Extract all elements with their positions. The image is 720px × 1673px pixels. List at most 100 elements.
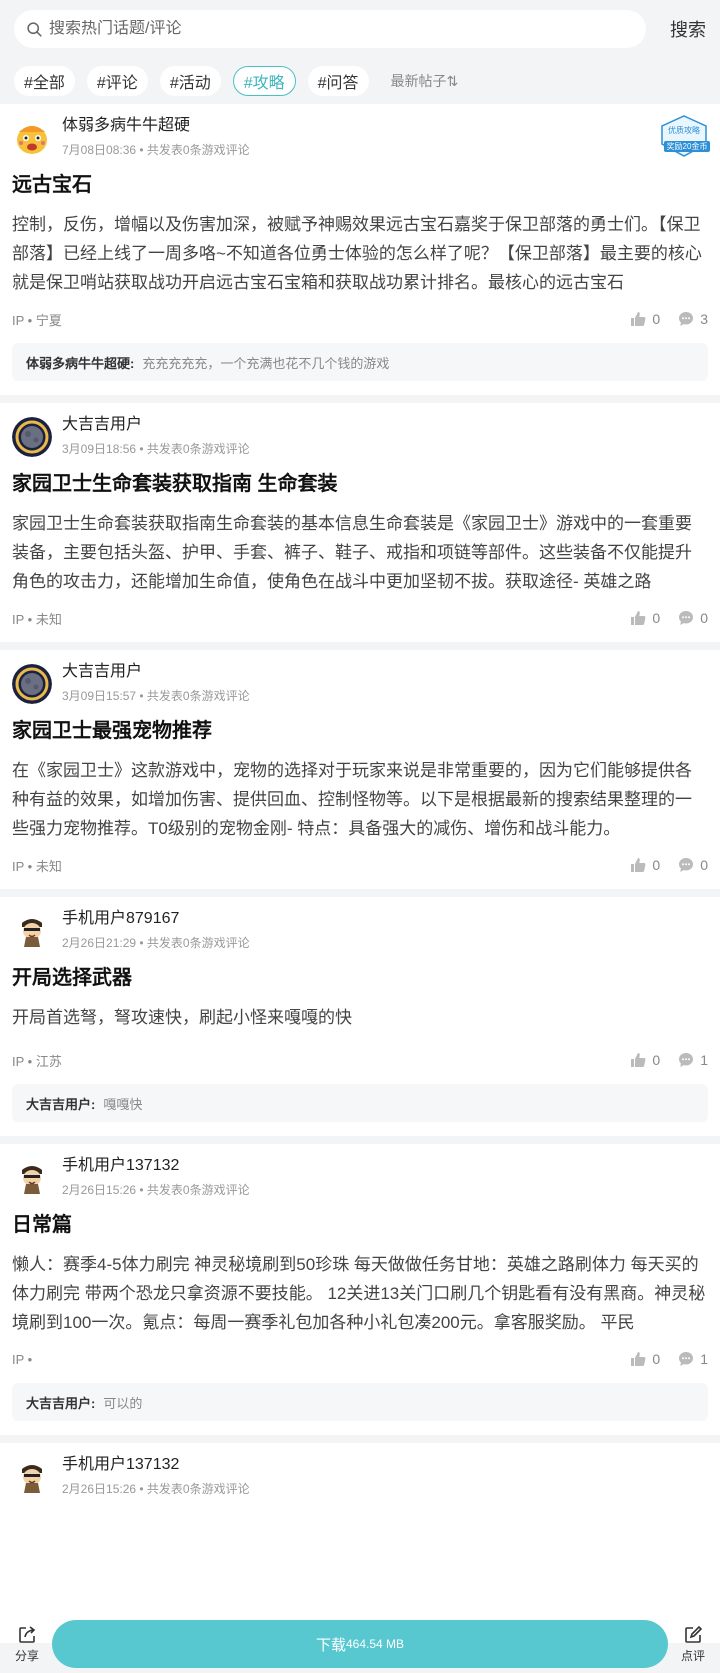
like-button[interactable]: 0	[630, 1351, 660, 1367]
comment-button[interactable]: 0	[678, 610, 708, 626]
post-card[interactable]: 大吉吉用户 3月09日18:56 • 共发表0条游戏评论 家园卫士生命套装获取指…	[0, 403, 720, 642]
badge-reward: 奖励20金币	[666, 142, 708, 151]
author-row: 大吉吉用户 3月09日18:56 • 共发表0条游戏评论	[12, 415, 708, 461]
like-button[interactable]: 0	[630, 857, 660, 873]
author-name[interactable]: 大吉吉用户	[62, 415, 250, 435]
angry-face-avatar[interactable]	[12, 118, 52, 158]
search-box[interactable]	[14, 10, 646, 48]
post-meta: 3月09日15:57 • 共发表0条游戏评论	[62, 689, 250, 703]
comment-button[interactable]: 1	[678, 1052, 708, 1068]
post-card[interactable]: 手机用户879167 2月26日21:29 • 共发表0条游戏评论 开局选择武器…	[0, 897, 720, 1136]
author-row: 手机用户137132 2月26日15:26 • 共发表0条游戏评论	[12, 1455, 708, 1501]
cartoon-character-avatar[interactable]	[12, 1457, 52, 1497]
post-title[interactable]: 家园卫士最强宠物推荐	[12, 718, 708, 744]
moon-avatar[interactable]	[12, 417, 52, 457]
reply-preview[interactable]: 大吉吉用户: 可以的	[12, 1383, 708, 1421]
reply-author: 大吉吉用户:	[26, 1096, 96, 1112]
post-body[interactable]: 控制，反伤，增幅以及伤害加深，被赋予神赐效果远古宝石嘉奖于保卫部落的勇士们。【保…	[12, 210, 708, 297]
comment-icon	[679, 611, 694, 625]
tag-events[interactable]: #活动	[159, 66, 221, 96]
sort-button[interactable]: 最新帖子⇅	[391, 71, 459, 91]
moon-avatar[interactable]	[12, 664, 52, 704]
comment-count: 1	[700, 1351, 708, 1367]
ip-location: IP •	[12, 1351, 33, 1367]
tag-reviews[interactable]: #评论	[86, 66, 148, 96]
reply-preview[interactable]: 体弱多病牛牛超硬: 充充充充充，一个充满也花不几个钱的游戏	[12, 343, 708, 381]
like-count: 0	[652, 311, 661, 327]
share-button[interactable]: 分享	[10, 1625, 44, 1664]
like-button[interactable]: 0	[630, 311, 660, 327]
badge-label: 优质攻略	[668, 126, 700, 135]
download-size: 464.54 MB	[345, 1637, 405, 1651]
comment-count: 0	[700, 857, 708, 873]
review-button[interactable]: 点评	[676, 1625, 710, 1664]
post-card[interactable]: 大吉吉用户 3月09日15:57 • 共发表0条游戏评论 家园卫士最强宠物推荐 …	[0, 650, 720, 889]
post-body[interactable]: 开局首选弩，弩攻速快，刷起小怪来嘎嘎的快	[12, 1003, 708, 1032]
post-meta: 2月26日15:26 • 共发表0条游戏评论	[62, 1482, 250, 1496]
thumbs-up-icon	[631, 1053, 646, 1067]
like-button[interactable]: 0	[630, 610, 660, 626]
post-title[interactable]: 远古宝石	[12, 172, 708, 198]
comment-button[interactable]: 0	[678, 857, 708, 873]
post-title[interactable]: 日常篇	[12, 1212, 708, 1238]
reply-text: 可以的	[103, 1395, 143, 1411]
reply-preview[interactable]: 大吉吉用户: 嘎嘎快	[12, 1084, 708, 1122]
post-card[interactable]: 手机用户137132 2月26日15:26 • 共发表0条游戏评论	[0, 1443, 720, 1643]
tag-filter-row: #全部 #评论 #活动 #攻略 #问答 最新帖子⇅	[14, 66, 706, 96]
share-label: 分享	[14, 1648, 39, 1663]
comment-button[interactable]: 1	[678, 1351, 708, 1367]
search-button[interactable]: 搜索	[654, 16, 706, 42]
post-footer: IP • 宁夏 0 3	[12, 309, 708, 329]
author-name[interactable]: 手机用户137132	[62, 1455, 250, 1475]
cartoon-character-avatar[interactable]	[12, 911, 52, 951]
reply-author: 体弱多病牛牛超硬:	[26, 355, 135, 371]
post-card[interactable]: 体弱多病牛牛超硬 7月08日08:36 • 共发表0条游戏评论 优质攻略 奖励2…	[0, 104, 720, 395]
post-footer: IP • 未知 0 0	[12, 855, 708, 875]
review-label: 点评	[680, 1648, 705, 1663]
download-label: 下载	[315, 1636, 346, 1654]
post-meta: 2月26日15:26 • 共发表0条游戏评论	[62, 1183, 250, 1197]
author-row: 大吉吉用户 3月09日15:57 • 共发表0条游戏评论	[12, 662, 708, 708]
search-input[interactable]	[49, 20, 589, 38]
post-title[interactable]: 家园卫士生命套装获取指南 生命套装	[12, 471, 708, 497]
search-row: 搜索	[14, 10, 706, 48]
author-name[interactable]: 手机用户137132	[62, 1156, 250, 1176]
share-icon	[19, 1625, 36, 1643]
like-count: 0	[652, 857, 661, 873]
reply-text: 嘎嘎快	[103, 1096, 143, 1112]
reply-text: 充充充充充，一个充满也花不几个钱的游戏	[142, 355, 390, 371]
author-name[interactable]: 大吉吉用户	[62, 662, 250, 682]
cartoon-character-avatar[interactable]	[12, 1158, 52, 1198]
comment-count: 0	[700, 610, 708, 626]
thumbs-up-icon	[631, 312, 646, 326]
edit-review-icon	[685, 1625, 703, 1643]
post-title[interactable]: 开局选择武器	[12, 965, 708, 991]
post-body[interactable]: 懒人：赛季4-5体力刷完 神灵秘境刷到50珍珠 每天做做任务甘地：英雄之路刷体力…	[12, 1250, 708, 1337]
comment-count: 3	[700, 311, 708, 327]
like-count: 0	[652, 1351, 661, 1367]
post-meta: 2月26日21:29 • 共发表0条游戏评论	[62, 936, 250, 950]
header: 搜索 #全部 #评论 #活动 #攻略 #问答 最新帖子⇅	[0, 0, 720, 104]
ip-location: IP • 未知	[12, 611, 62, 627]
post-card[interactable]: 手机用户137132 2月26日15:26 • 共发表0条游戏评论 日常篇 懒人…	[0, 1144, 720, 1435]
tag-qa[interactable]: #问答	[307, 66, 369, 96]
tag-all[interactable]: #全部	[14, 66, 75, 96]
download-button[interactable]: 下载 464.54 MB	[52, 1620, 668, 1668]
comment-icon	[679, 858, 694, 872]
search-icon	[27, 21, 42, 37]
thumbs-up-icon	[631, 1352, 646, 1366]
post-body[interactable]: 家园卫士生命套装获取指南生命套装的基本信息生命套装是《家园卫士》游戏中的一套重要…	[12, 509, 708, 596]
post-footer: IP • 未知 0 0	[12, 608, 708, 628]
comment-button[interactable]: 3	[678, 311, 708, 327]
post-meta: 3月09日18:56 • 共发表0条游戏评论	[62, 442, 250, 456]
author-name[interactable]: 体弱多病牛牛超硬	[62, 116, 250, 136]
comment-icon	[679, 1352, 694, 1366]
post-footer: IP • 0 1	[12, 1349, 708, 1369]
ip-location: IP • 宁夏	[12, 312, 62, 328]
tag-guides[interactable]: #攻略	[232, 66, 296, 96]
like-button[interactable]: 0	[630, 1052, 660, 1068]
post-body[interactable]: 在《家园卫士》这款游戏中，宠物的选择对于玩家来说是非常重要的，因为它们能够提供各…	[12, 756, 708, 843]
author-row: 手机用户137132 2月26日15:26 • 共发表0条游戏评论	[12, 1156, 708, 1202]
author-name[interactable]: 手机用户879167	[62, 909, 250, 929]
post-meta: 7月08日08:36 • 共发表0条游戏评论	[62, 143, 250, 157]
